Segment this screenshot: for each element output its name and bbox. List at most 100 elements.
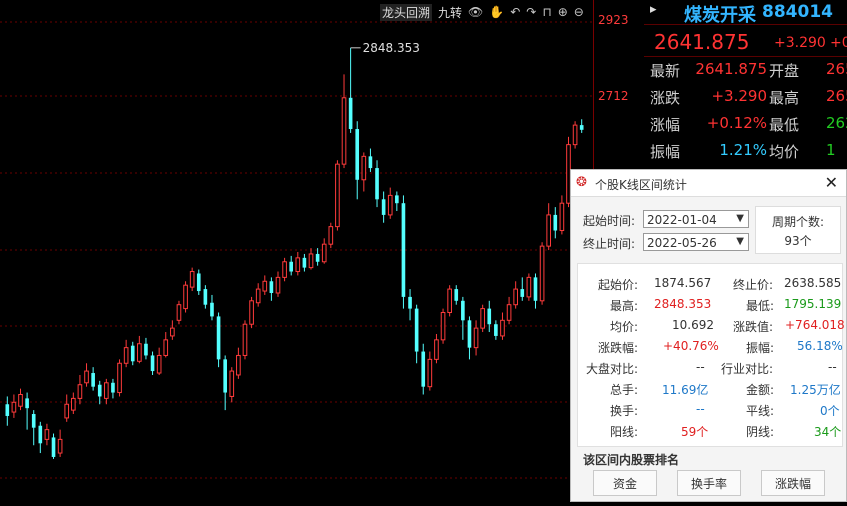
candle-down[interactable] [520, 289, 525, 297]
candle-down[interactable] [421, 351, 426, 387]
candle-up[interactable] [249, 300, 254, 325]
pin-icon[interactable]: ⊓ [542, 5, 551, 19]
candle-up[interactable] [117, 362, 122, 394]
candle-up[interactable] [44, 429, 50, 440]
candle-up[interactable] [236, 354, 241, 376]
candle-up[interactable] [440, 312, 446, 341]
close-icon[interactable]: ✕ [825, 173, 838, 192]
candle-down[interactable] [25, 398, 29, 409]
pin-toggle-icon[interactable]: ▸ [650, 2, 657, 17]
candle-up[interactable] [18, 393, 23, 407]
candle-down[interactable] [130, 345, 135, 362]
candle-down[interactable] [401, 203, 406, 297]
candle-down[interactable] [454, 289, 459, 301]
candle-up[interactable] [341, 97, 347, 165]
candle-up[interactable] [242, 323, 248, 356]
candle-up[interactable] [170, 327, 175, 337]
candle-up[interactable] [447, 288, 452, 314]
candle-up[interactable] [480, 308, 485, 329]
kline-svg[interactable]: 2848.353 [0, 0, 593, 502]
candle-down[interactable] [461, 300, 465, 321]
candle-up[interactable] [156, 354, 162, 374]
candle-up[interactable] [84, 370, 89, 384]
candle-down[interactable] [467, 320, 472, 348]
candle-down[interactable] [51, 437, 56, 457]
candle-up[interactable] [295, 257, 301, 273]
candle-down[interactable] [144, 343, 148, 356]
candle-down[interactable] [269, 281, 274, 293]
candle-down[interactable] [355, 129, 360, 180]
candle-down[interactable] [289, 261, 294, 272]
redo-icon[interactable]: ↷ [526, 5, 536, 19]
candle-down[interactable] [487, 308, 492, 325]
candle-down[interactable] [348, 97, 353, 130]
candle-up[interactable] [123, 347, 129, 364]
candle-down[interactable] [368, 156, 373, 169]
candle-up[interactable] [163, 339, 169, 356]
candle-up[interactable] [77, 384, 83, 399]
candle-up[interactable] [434, 339, 439, 360]
toolbar-label-2[interactable]: 九转 [438, 4, 462, 21]
candle-up[interactable] [229, 370, 235, 397]
rank-by-turnover-button[interactable]: 换手率 [677, 470, 741, 496]
candle-down[interactable] [91, 373, 95, 387]
candle-down[interactable] [579, 125, 584, 130]
candle-down[interactable] [223, 359, 227, 393]
zoom-in-icon[interactable]: ⊕ [558, 5, 568, 19]
candle-up[interactable] [308, 253, 314, 269]
candle-down[interactable] [203, 289, 208, 305]
candle-up[interactable] [104, 382, 109, 399]
candle-up[interactable] [64, 403, 70, 419]
candle-down[interactable] [97, 384, 102, 397]
candle-up[interactable] [262, 280, 268, 292]
candle-up[interactable] [500, 319, 505, 337]
candle-down[interactable] [533, 277, 538, 301]
candle-up[interactable] [183, 284, 188, 310]
candle-up[interactable] [526, 276, 532, 298]
kline-chart[interactable]: 2848.353 [0, 0, 593, 502]
eye-icon[interactable]: 👁 [468, 5, 483, 19]
candle-down[interactable] [150, 355, 155, 372]
candle-up[interactable] [559, 202, 565, 232]
candle-down[interactable] [375, 168, 379, 200]
candle-down[interactable] [414, 308, 419, 352]
candle-down[interactable] [315, 253, 320, 262]
toolbar-label[interactable]: 龙头回溯 [380, 3, 433, 21]
hand-icon[interactable]: ✋ [489, 5, 504, 19]
candle-up[interactable] [275, 276, 281, 294]
zoom-out-icon[interactable]: ⊖ [574, 5, 584, 19]
candle-up[interactable] [361, 155, 367, 181]
candle-up[interactable] [572, 124, 578, 146]
candle-up[interactable] [473, 327, 479, 349]
candle-down[interactable] [216, 316, 221, 360]
candle-up[interactable] [335, 163, 340, 228]
candle-up[interactable] [189, 271, 195, 288]
candle-down[interactable] [5, 404, 10, 416]
candle-up[interactable] [255, 288, 261, 304]
candle-up[interactable] [71, 397, 76, 411]
candle-up[interactable] [328, 226, 334, 245]
candle-up[interactable] [137, 343, 142, 362]
candle-down[interactable] [196, 273, 201, 292]
candle-down[interactable] [408, 296, 412, 309]
candle-down[interactable] [210, 302, 214, 317]
candle-up[interactable] [282, 261, 287, 278]
rank-by-capital-button[interactable]: 资金 [593, 470, 657, 496]
end-time-select[interactable]: 2022-05-26 ▼ [643, 233, 749, 251]
candle-up[interactable] [321, 243, 327, 263]
candle-up[interactable] [539, 245, 545, 302]
candle-down[interactable] [38, 425, 43, 444]
candle-up[interactable] [513, 288, 518, 306]
start-time-select[interactable]: 2022-01-04 ▼ [643, 210, 749, 228]
candle-down[interactable] [302, 257, 307, 268]
dialog-title-bar[interactable]: ❂ 个股K线区间统计 ✕ [571, 170, 846, 197]
candle-down[interactable] [381, 199, 386, 215]
candle-up[interactable] [11, 401, 17, 413]
candle-up[interactable] [427, 358, 433, 388]
candle-down[interactable] [31, 414, 36, 428]
candle-up[interactable] [506, 304, 512, 321]
candle-up[interactable] [176, 304, 182, 321]
candle-down[interactable] [494, 324, 498, 336]
candle-up[interactable] [387, 194, 393, 216]
candle-down[interactable] [111, 382, 115, 393]
